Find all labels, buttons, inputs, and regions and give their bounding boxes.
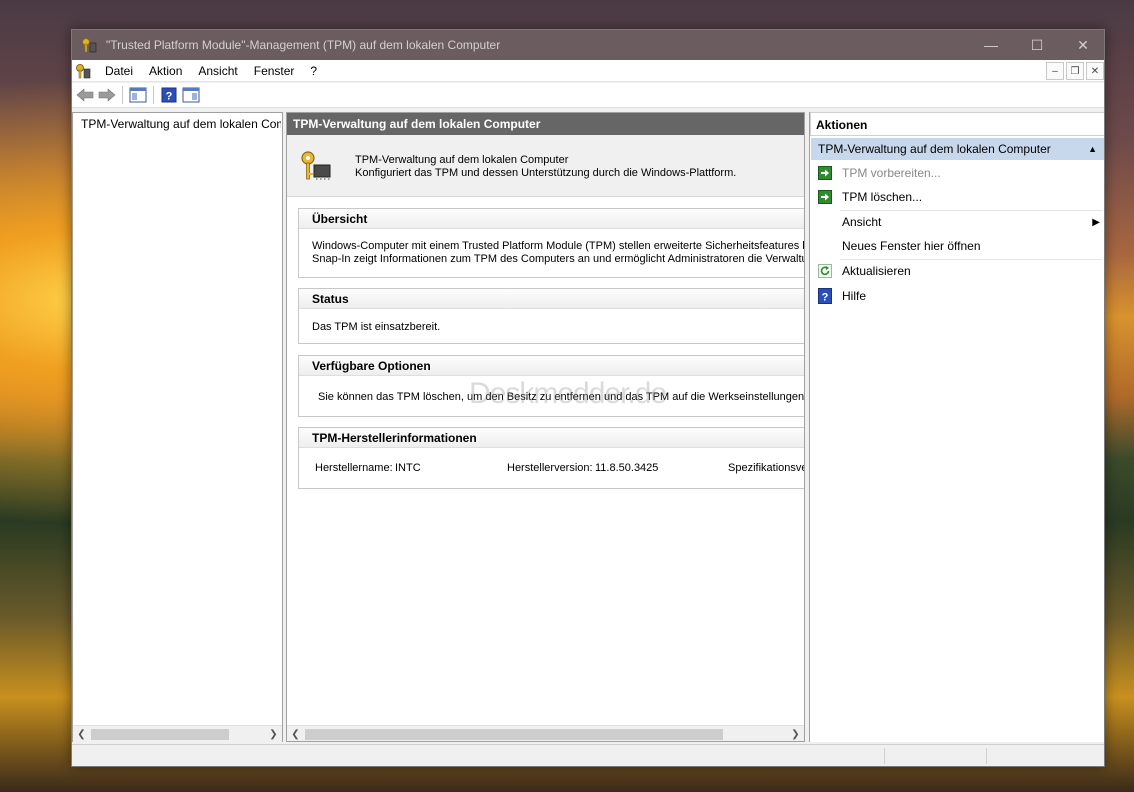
maximize-icon: ☐ xyxy=(1030,36,1044,53)
mmc-window: "Trusted Platform Module"-Management (TP… xyxy=(71,29,1105,767)
show-hide-console-tree-button[interactable] xyxy=(127,84,149,106)
collapse-triangle-icon[interactable]: ▲ xyxy=(1088,138,1097,160)
menu-help[interactable]: ? xyxy=(302,60,325,82)
toolbar-separator xyxy=(122,86,123,104)
action-aktualisieren[interactable]: Aktualisieren xyxy=(810,260,1100,282)
tree-item-tpm-root[interactable]: TPM-Verwaltung auf dem lokalen Computer xyxy=(76,116,281,132)
console-tree-pane: TPM-Verwaltung auf dem lokalen Computer … xyxy=(72,112,283,742)
result-pane-header: TPM-Verwaltung auf dem lokalen Computer xyxy=(287,113,804,135)
action-tpm-vorbereiten[interactable]: TPM vorbereiten... xyxy=(810,162,1100,184)
minimize-icon: — xyxy=(984,37,998,53)
menu-bar: Datei Aktion Ansicht Fenster ? – ❐ ✕ xyxy=(72,60,1104,82)
scroll-right-icon[interactable]: ❯ xyxy=(265,726,282,743)
scroll-left-icon[interactable]: ❮ xyxy=(287,726,304,741)
status-text: Das TPM ist einsatzbereit. xyxy=(312,321,441,333)
action-label: Aktualisieren xyxy=(842,264,911,278)
maximize-button[interactable]: ☐ xyxy=(1014,30,1060,60)
forward-button[interactable] xyxy=(96,84,118,106)
action-hilfe[interactable]: ? Hilfe xyxy=(810,285,1100,307)
action-ansicht[interactable]: Ansicht ▶ xyxy=(810,211,1100,233)
menu-aktion[interactable]: Aktion xyxy=(141,60,190,82)
actions-group-header[interactable]: TPM-Verwaltung auf dem lokalen Computer … xyxy=(811,138,1104,160)
intro-title: TPM-Verwaltung auf dem lokalen Computer xyxy=(355,154,569,166)
manufacturer-version-label: Herstellerversion: xyxy=(507,462,593,474)
mdi-close-icon[interactable]: ✕ xyxy=(1086,62,1104,80)
status-divider xyxy=(884,748,885,764)
mmc-system-menu-icon[interactable] xyxy=(75,63,91,79)
overview-heading: Übersicht xyxy=(299,209,804,229)
action-tpm-loeschen[interactable]: TPM löschen... xyxy=(810,186,1100,208)
minimize-button[interactable]: — xyxy=(968,30,1014,60)
green-arrow-icon xyxy=(817,165,833,181)
overview-text-line1: Windows-Computer mit einem Trusted Platf… xyxy=(312,240,805,252)
scroll-thumb[interactable] xyxy=(91,729,229,740)
result-horizontal-scrollbar[interactable]: ❮ ❯ xyxy=(287,725,804,741)
manufacturer-name-value: INTC xyxy=(395,462,421,474)
manufacturer-section: TPM-Herstellerinformationen Herstellerna… xyxy=(298,427,805,489)
scroll-thumb[interactable] xyxy=(305,729,723,740)
show-hide-action-pane-button[interactable] xyxy=(180,84,202,106)
manufacturer-version-value: 11.8.50.3425 xyxy=(595,462,659,474)
manufacturer-heading: TPM-Herstellerinformationen xyxy=(299,428,804,448)
scroll-left-icon[interactable]: ❮ xyxy=(73,726,90,743)
menu-ansicht[interactable]: Ansicht xyxy=(190,60,245,82)
status-heading: Status xyxy=(299,289,804,309)
title-bar[interactable]: "Trusted Platform Module"-Management (TP… xyxy=(72,30,1104,60)
mdi-restore-icon[interactable]: ❐ xyxy=(1066,62,1084,80)
action-neues-fenster[interactable]: Neues Fenster hier öffnen xyxy=(810,235,1100,257)
action-label: Hilfe xyxy=(842,289,867,303)
options-heading: Verfügbare Optionen xyxy=(299,356,804,376)
green-arrow-icon xyxy=(817,189,833,205)
action-label: Ansicht xyxy=(842,215,882,229)
action-label: Neues Fenster hier öffnen xyxy=(842,239,981,253)
forward-arrow-icon xyxy=(98,88,116,102)
tree-item-label: TPM-Verwaltung auf dem lokalen Computer xyxy=(81,117,281,131)
status-divider xyxy=(986,748,987,764)
tpm-keys-chip-icon xyxy=(301,151,331,180)
submenu-arrow-icon: ▶ xyxy=(1092,216,1100,228)
actions-pane: Aktionen TPM-Verwaltung auf dem lokalen … xyxy=(809,112,1104,742)
back-arrow-icon xyxy=(76,88,94,102)
toolbar: ? xyxy=(72,83,1104,108)
actions-group-label: TPM-Verwaltung auf dem lokalen Computer xyxy=(818,142,1051,156)
action-pane-icon xyxy=(182,87,200,103)
manufacturer-name-label: Herstellername: xyxy=(315,462,393,474)
refresh-icon xyxy=(817,263,833,279)
help-icon: ? xyxy=(817,288,833,304)
action-label: TPM vorbereiten... xyxy=(842,166,941,180)
console-tree-icon xyxy=(129,87,147,103)
help-toolbar-button[interactable]: ? xyxy=(158,84,180,106)
action-label: TPM löschen... xyxy=(842,190,923,204)
blank-icon xyxy=(817,214,833,230)
scroll-right-icon[interactable]: ❯ xyxy=(787,726,804,741)
toolbar-separator xyxy=(153,86,154,104)
close-icon: ✕ xyxy=(1077,36,1089,53)
window-title: "Trusted Platform Module"-Management (TP… xyxy=(106,38,501,52)
menu-datei[interactable]: Datei xyxy=(97,60,141,82)
svg-text:?: ? xyxy=(166,91,173,103)
svg-text:?: ? xyxy=(822,292,829,304)
actions-heading: Aktionen xyxy=(810,112,1104,136)
mdi-minimize-icon[interactable]: – xyxy=(1046,62,1064,80)
close-button[interactable]: ✕ xyxy=(1060,30,1104,60)
menu-fenster[interactable]: Fenster xyxy=(246,60,303,82)
blank-icon xyxy=(817,238,833,254)
help-icon: ? xyxy=(161,87,177,103)
result-pane: TPM-Verwaltung auf dem lokalen Computer … xyxy=(286,112,805,742)
overview-text-line2: Snap-In zeigt Informationen zum TPM des … xyxy=(312,253,805,265)
tree-horizontal-scrollbar[interactable]: ❮ ❯ xyxy=(73,725,282,742)
status-bar xyxy=(72,744,1104,766)
intro-description: Konfiguriert das TPM und dessen Unterstü… xyxy=(355,167,737,179)
watermark-text: Deskmodder.de xyxy=(469,377,667,410)
spec-version-label: Spezifikationsve xyxy=(728,462,805,474)
overview-section: Übersicht Windows-Computer mit einem Tru… xyxy=(298,208,805,278)
status-section: Status Das TPM ist einsatzbereit. xyxy=(298,288,804,344)
back-button[interactable] xyxy=(74,84,96,106)
tpm-app-icon xyxy=(80,36,98,54)
intro-panel: TPM-Verwaltung auf dem lokalen Computer … xyxy=(287,135,804,197)
